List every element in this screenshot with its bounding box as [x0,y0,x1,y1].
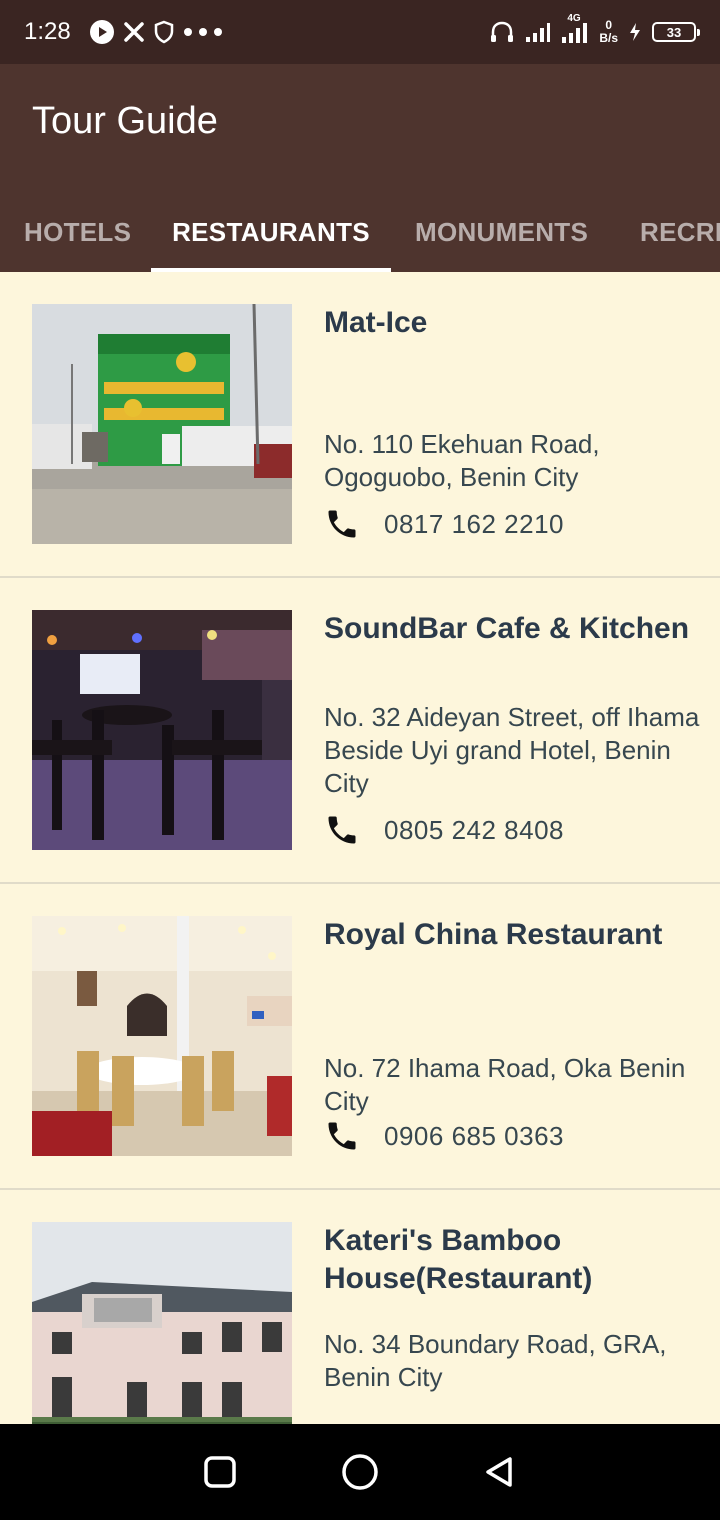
more-dots-icon [183,27,223,37]
net-speed: 0 B/s [599,19,618,45]
list-item[interactable]: SoundBar Cafe & Kitchen No. 32 Aideyan S… [0,578,720,884]
tab-monuments[interactable]: MONUMENTS [415,192,588,272]
phone-row[interactable]: 0805 242 8408 [324,812,564,848]
tab-restaurants[interactable]: RESTAURANTS [151,192,391,272]
status-bar: 1:28 4G 0 B/s 33 [0,0,720,64]
x-icon [123,21,145,43]
tab-bar: HOTELS RESTAURANTS MONUMENTS RECRE [0,192,720,272]
restaurant-address: No. 72 Ihama Road, Oka Benin City [324,1053,686,1116]
system-nav-bar [0,1424,720,1520]
list-item[interactable]: Kateri's Bamboo House(Restaurant) No. 34… [0,1190,720,1424]
phone-row[interactable]: 0817 162 2210 [324,506,564,542]
phone-row[interactable]: 0906 685 0363 [324,1118,564,1154]
restaurant-name: Royal China Restaurant [324,918,663,951]
restaurant-address: No. 34 Boundary Road, GRA, Benin City [324,1329,667,1392]
app-bar: Tour Guide HOTELS RESTAURANTS MONUMENTS … [0,64,720,272]
status-time: 1:28 [24,18,71,45]
list-item[interactable]: Mat-Ice No. 110 Ekehuan Road, Ogoguobo, … [0,272,720,578]
restaurant-name: SoundBar Cafe & Kitchen [324,612,690,645]
app-title: Tour Guide [32,100,218,142]
restaurant-name: Kateri's Bamboo House(Restaurant) [324,1224,593,1295]
restaurant-name: Mat-Ice [324,306,428,339]
home-circle-icon[interactable] [340,1452,380,1492]
restaurant-address: No. 32 Aideyan Street, off Ihama Beside … [324,702,700,798]
restaurant-photo [32,916,292,1156]
signal-icon [525,21,551,43]
list-item[interactable]: Royal China Restaurant No. 72 Ihama Road… [0,884,720,1190]
signal-4g-icon: 4G [561,13,589,45]
phone-number[interactable]: 0805 242 8408 [384,815,564,846]
restaurant-list[interactable]: Mat-Ice No. 110 Ekehuan Road, Ogoguobo, … [0,272,720,1424]
tab-recreation[interactable]: RECRE [640,192,720,272]
back-triangle-icon[interactable] [480,1452,520,1492]
phone-icon [328,816,356,844]
restaurant-photo [32,304,292,544]
phone-number[interactable]: 0817 162 2210 [384,509,564,540]
charging-bolt-icon [628,22,642,42]
tab-hotels[interactable]: HOTELS [24,192,131,272]
phone-number[interactable]: 0906 685 0363 [384,1121,564,1152]
recents-square-icon[interactable] [200,1452,240,1492]
network-type: 4G [567,13,581,24]
restaurant-photo [32,1222,292,1424]
net-speed-value: 0 [605,18,612,32]
shield-icon [153,20,175,44]
play-circle-icon [89,19,115,45]
phone-icon [328,510,356,538]
battery-indicator: 33 [652,22,700,42]
headphones-icon [489,20,515,44]
restaurant-photo [32,610,292,850]
net-speed-unit: B/s [599,31,618,45]
restaurant-address: No. 110 Ekehuan Road, Ogoguobo, Benin Ci… [324,429,600,492]
phone-icon [328,1122,356,1150]
